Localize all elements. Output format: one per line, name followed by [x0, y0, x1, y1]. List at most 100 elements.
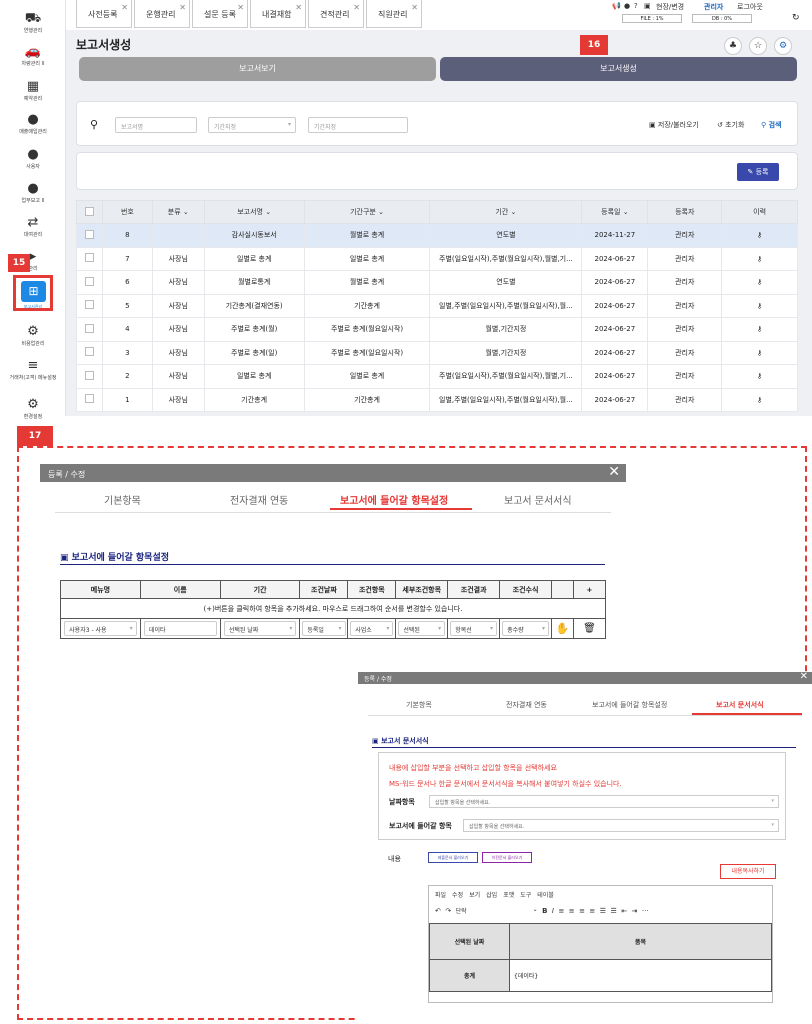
- key-icon[interactable]: ⚷: [721, 246, 798, 271]
- tab-item-settings[interactable]: 보고서에 들어갈 항목설정: [592, 700, 667, 710]
- detail-condition-select[interactable]: 선택된 ▾: [398, 621, 446, 636]
- add-row-button[interactable]: +: [572, 580, 607, 599]
- period-input[interactable]: 기간지정: [308, 117, 408, 133]
- lock-icon[interactable]: ▣: [644, 2, 651, 10]
- load-template-button[interactable]: 레플문서 불러오기: [428, 852, 478, 863]
- row-checkbox[interactable]: [84, 253, 94, 263]
- undo-icon[interactable]: ↶: [435, 907, 441, 915]
- user-change[interactable]: 현장/변경: [656, 2, 684, 12]
- trash-icon[interactable]: 🗑: [572, 618, 607, 639]
- drag-handle-icon[interactable]: ✋: [551, 618, 574, 639]
- tab-e-approval[interactable]: 전자결재 연동: [230, 492, 288, 507]
- report-item-select[interactable]: 삽입할 항목을 선택하세요. ▾: [463, 819, 779, 832]
- select-all-checkbox[interactable]: [84, 206, 94, 216]
- col-header[interactable]: 등록일 ⌄: [581, 200, 649, 224]
- report-create-button[interactable]: 보고서생성: [440, 57, 797, 81]
- more-icon[interactable]: ···: [642, 907, 649, 915]
- close-icon[interactable]: ✕: [800, 671, 808, 682]
- megaphone-icon[interactable]: 📢: [612, 2, 621, 10]
- condition-item-select[interactable]: 사업소 ▾: [350, 621, 394, 636]
- tab-item-settings[interactable]: 보고서에 들어갈 항목설정: [340, 492, 448, 507]
- close-icon[interactable]: ✕: [353, 3, 360, 12]
- org-icon[interactable]: ♣: [724, 37, 742, 55]
- tab-trip-manage[interactable]: 운행관리 ✕: [134, 0, 190, 28]
- condition-date-select[interactable]: 등록일 ▾: [302, 621, 346, 636]
- row-checkbox[interactable]: [84, 323, 94, 333]
- star-icon[interactable]: ☆: [749, 37, 767, 55]
- period-select[interactable]: 기간지정 ▾: [208, 117, 296, 133]
- align-right-icon[interactable]: ≡: [579, 907, 585, 915]
- close-icon[interactable]: ✕: [295, 3, 302, 12]
- editor-menu-item[interactable]: 수정: [452, 892, 463, 899]
- report-icon[interactable]: ⊞: [21, 281, 46, 302]
- load-previous-button[interactable]: 이전문서 불러오기: [482, 852, 532, 863]
- sidebar-item-reservation[interactable]: ▦ 예약관리: [0, 80, 66, 103]
- refresh-icon[interactable]: ↻: [792, 13, 800, 23]
- condition-result-select[interactable]: 항목선 ▾: [450, 621, 498, 636]
- close-icon[interactable]: ✕: [608, 464, 620, 480]
- editor-menu-item[interactable]: 포맷: [503, 892, 514, 899]
- sidebar-item-settings[interactable]: ⚙ 환경설정: [0, 398, 66, 421]
- sidebar-item-trip[interactable]: ⛟ 연행관리: [0, 12, 66, 35]
- italic-icon[interactable]: I: [552, 907, 554, 915]
- close-icon[interactable]: ✕: [411, 3, 418, 12]
- help-icon[interactable]: ?: [634, 2, 638, 10]
- sidebar-item-rental[interactable]: ⇄ 대여관리: [0, 216, 66, 239]
- cell-data[interactable]: {데이타}: [509, 959, 772, 992]
- row-checkbox[interactable]: [84, 347, 94, 357]
- key-icon[interactable]: ⚷: [721, 293, 798, 318]
- paragraph-select[interactable]: 단락 ⌄: [456, 906, 538, 915]
- tab-basic[interactable]: 기본항목: [406, 700, 432, 710]
- editor-content-table[interactable]: 선택된 날짜 품목 총계 {데이타}: [429, 923, 772, 992]
- col-header[interactable]: 기간구분 ⌄: [303, 200, 431, 224]
- tab-approval-box[interactable]: 내결재함 ✕: [250, 0, 306, 28]
- sidebar-item-client-menu[interactable]: ≡ 거래처(고객) 메뉴설정: [0, 359, 66, 382]
- bullet-list-icon[interactable]: ☰: [600, 907, 606, 915]
- outdent-icon[interactable]: ⇤: [621, 907, 627, 915]
- row-checkbox[interactable]: [84, 276, 94, 286]
- key-icon[interactable]: ⚷: [721, 387, 798, 412]
- menu-select[interactable]: 사용자3 - 사용 ▾: [64, 621, 137, 636]
- report-name-input[interactable]: 보고서명: [115, 117, 197, 133]
- reset-button[interactable]: ↺ 초기화: [717, 120, 744, 130]
- name-input[interactable]: 데이타: [143, 621, 217, 636]
- close-icon[interactable]: ✕: [179, 3, 186, 12]
- col-header[interactable]: 분류 ⌄: [151, 200, 205, 224]
- align-center-icon[interactable]: ≡: [569, 907, 575, 915]
- editor-menu-item[interactable]: 도구: [520, 892, 531, 899]
- search-button[interactable]: ⚲ 검색: [761, 120, 781, 130]
- row-checkbox[interactable]: [84, 300, 94, 310]
- condition-formula-select[interactable]: 총수량 ▾: [502, 621, 549, 636]
- tab-document-format[interactable]: 보고서 문서서식: [716, 700, 764, 710]
- row-checkbox[interactable]: [84, 229, 94, 239]
- user-icon[interactable]: ●: [624, 2, 630, 10]
- editor-menu-item[interactable]: 테이블: [537, 892, 554, 899]
- close-icon[interactable]: ✕: [121, 3, 128, 12]
- date-item-select[interactable]: 삽입할 항목을 선택하세요. ▾: [429, 795, 779, 808]
- report-view-button[interactable]: 보고서보기: [79, 57, 436, 81]
- key-icon[interactable]: ⚷: [721, 270, 798, 295]
- table-row[interactable]: 1 사장님 기간총계 기간총계 일별,주별(일요일시작),주별(월요일시작),월... 2…: [76, 387, 798, 412]
- period-select[interactable]: 선택된 날짜 ▾: [223, 621, 297, 636]
- table-row[interactable]: 5 사장님 기간총계(결재연동) 기간총계 일별,주별(일요일시작),주별(월요일시작)…: [76, 293, 798, 318]
- editor-menu-item[interactable]: 파일: [435, 892, 446, 899]
- logout-link[interactable]: 로그아웃: [737, 2, 763, 12]
- sidebar-item-sales[interactable]: ● 매출매입관리: [0, 113, 66, 136]
- table-row[interactable]: 4 사장님 주별로 총계(월) 주별로 총계(월요일시작) 월별,기간지정 2024-06…: [76, 317, 798, 342]
- align-left-icon[interactable]: ≡: [558, 907, 564, 915]
- table-row[interactable]: 2 사장님 일별로 총계 일별로 총계 주별(일요일시작),주별(월요일시작),월별,기…: [76, 364, 798, 389]
- key-icon[interactable]: ⚷: [721, 317, 798, 342]
- editor-menu-item[interactable]: 보기: [469, 892, 480, 899]
- tab-pre-register[interactable]: 사전등록 ✕: [76, 0, 132, 28]
- save-load-button[interactable]: ▣ 저장/불러오기: [649, 120, 699, 130]
- col-header[interactable]: 보고서명 ⌄: [203, 200, 305, 224]
- col-header[interactable]: 등록자: [647, 200, 723, 224]
- sidebar-item-users[interactable]: ● 사용자: [0, 148, 66, 171]
- indent-icon[interactable]: ⇥: [632, 907, 638, 915]
- tab-survey[interactable]: 설문 등록 ✕: [192, 0, 248, 28]
- tab-basic[interactable]: 기본항목: [104, 492, 141, 507]
- tab-staff[interactable]: 직원관리 ✕: [366, 0, 422, 28]
- number-list-icon[interactable]: ☰: [610, 907, 616, 915]
- bold-icon[interactable]: B: [542, 907, 547, 915]
- key-icon[interactable]: ⚷: [721, 340, 798, 365]
